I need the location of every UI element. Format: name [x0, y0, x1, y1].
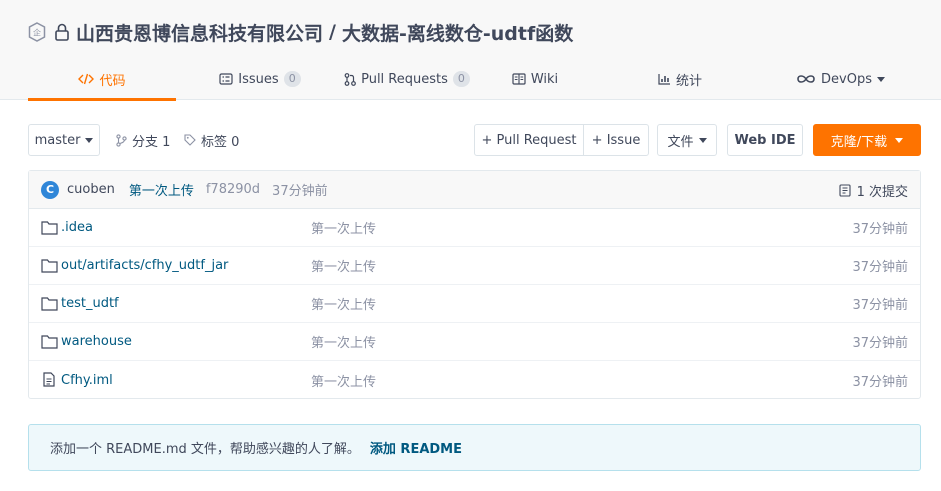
table-row[interactable]: test_udtf 第一次上传 37分钟前: [29, 285, 920, 323]
new-issue-button[interactable]: + Issue: [583, 124, 649, 156]
enterprise-icon: 企: [28, 22, 46, 42]
devops-icon: [796, 74, 816, 84]
tab-issues[interactable]: Issues 0: [176, 58, 344, 100]
commit-hash-link[interactable]: f78290d: [206, 182, 260, 197]
file-commit-message-link[interactable]: 第一次上传: [311, 371, 376, 390]
issues-icon: [219, 73, 233, 85]
chevron-down-icon: [85, 137, 94, 143]
file-commit-time: 37分钟前: [852, 222, 908, 237]
avatar[interactable]: C: [41, 180, 59, 199]
commit-count-link[interactable]: 1 次提交: [839, 171, 908, 209]
branch-select-label: master: [34, 132, 81, 148]
file-menu-button[interactable]: 文件: [657, 124, 717, 156]
file-list: C cuoben 第一次上传 f78290d 37分钟前 1 次提交 .idea…: [28, 170, 921, 399]
tab-devops-label: DevOps: [821, 71, 872, 87]
file-name-link[interactable]: warehouse: [61, 334, 132, 349]
tags-label: 标签 0: [201, 134, 240, 150]
pull-requests-count-badge: 0: [452, 71, 470, 87]
file-name-link[interactable]: Cfhy.iml: [61, 373, 113, 388]
file-name-link[interactable]: test_udtf: [61, 296, 119, 311]
commit-history-icon: [839, 183, 851, 197]
table-row[interactable]: .idea 第一次上传 37分钟前: [29, 209, 920, 247]
repo-name-link[interactable]: 大数据-离线数仓-udtf函数: [342, 19, 573, 46]
tab-stats-label: 统计: [675, 73, 702, 89]
file-commit-time: 37分钟前: [852, 260, 908, 275]
file-commit-time: 37分钟前: [852, 374, 908, 390]
folder-icon: [41, 335, 58, 349]
tab-wiki-label: Wiki: [530, 71, 559, 87]
file-icon: [43, 372, 55, 387]
clone-download-button[interactable]: 克隆/下载: [813, 124, 921, 156]
tab-code[interactable]: 代码: [28, 58, 176, 101]
tab-pull-requests[interactable]: Pull Requests 0: [344, 58, 470, 100]
stats-icon: [658, 73, 671, 85]
repo-header: 企 山西贵恩博信息科技有限公司 / 大数据-离线数仓-udtf函数 代码 Iss…: [0, 0, 941, 101]
folder-icon: [41, 259, 58, 273]
issues-count-badge: 0: [283, 71, 301, 87]
tab-stats[interactable]: 统计: [600, 58, 760, 100]
chevron-down-icon: [895, 137, 904, 143]
tab-devops[interactable]: DevOps: [760, 58, 921, 100]
table-row[interactable]: warehouse 第一次上传 37分钟前: [29, 323, 920, 361]
file-name-link[interactable]: .idea: [61, 220, 93, 235]
repo-path-separator: /: [329, 21, 336, 43]
repo-title: 企 山西贵恩博信息科技有限公司 / 大数据-离线数仓-udtf函数: [28, 18, 573, 46]
readme-tip: 添加一个 README.md 文件，帮助感兴趣的人了解。 添加 README: [28, 424, 921, 471]
web-ide-button[interactable]: Web IDE: [727, 124, 803, 156]
commit-message-link[interactable]: 第一次上传: [129, 180, 194, 199]
branches-link[interactable]: 分支 1: [116, 124, 170, 156]
tags-link[interactable]: 标签 0: [184, 124, 239, 156]
wiki-icon: [512, 73, 526, 85]
code-icon: [78, 73, 95, 85]
file-name-link[interactable]: out/artifacts/cfhy_udtf_jar: [61, 258, 228, 273]
readme-tip-text: 添加一个 README.md 文件，帮助感兴趣的人了解。: [50, 442, 360, 457]
new-pull-request-button[interactable]: + Pull Request: [474, 124, 584, 156]
branch-select[interactable]: master: [28, 124, 100, 156]
file-commit-time: 37分钟前: [852, 298, 908, 313]
tab-wiki[interactable]: Wiki: [470, 58, 600, 100]
tag-icon: [184, 134, 196, 146]
repo-toolbar: master 分支 1 标签 0 + Pull Request + Issue …: [28, 124, 921, 156]
branch-icon: [116, 133, 127, 147]
tab-pull-requests-label: Pull Requests: [361, 71, 448, 87]
file-commit-message-link[interactable]: 第一次上传: [311, 218, 376, 237]
file-commit-time: 37分钟前: [852, 336, 908, 351]
pull-request-icon: [344, 72, 356, 86]
branches-label: 分支 1: [132, 134, 171, 150]
file-menu-label: 文件: [667, 134, 694, 150]
commit-author-link[interactable]: cuoben: [67, 182, 115, 197]
lock-icon: [55, 23, 69, 41]
file-commit-message-link[interactable]: 第一次上传: [311, 332, 376, 351]
add-readme-link[interactable]: 添加 README: [370, 438, 462, 457]
commit-time: 37分钟前: [272, 184, 328, 199]
chevron-down-icon: [876, 76, 885, 82]
tab-code-label: 代码: [99, 73, 126, 89]
svg-text:企: 企: [33, 28, 41, 38]
tab-issues-label: Issues: [238, 71, 279, 87]
repo-owner-link[interactable]: 山西贵恩博信息科技有限公司: [76, 19, 323, 46]
clone-download-label: 克隆/下载: [830, 134, 888, 150]
table-row[interactable]: Cfhy.iml 第一次上传 37分钟前: [29, 361, 920, 399]
file-commit-message-link[interactable]: 第一次上传: [311, 256, 376, 275]
chevron-down-icon: [698, 137, 707, 143]
table-row[interactable]: out/artifacts/cfhy_udtf_jar 第一次上传 37分钟前: [29, 247, 920, 285]
file-commit-message-link[interactable]: 第一次上传: [311, 294, 376, 313]
folder-icon: [41, 297, 58, 311]
folder-icon: [41, 221, 58, 235]
repo-tabs: 代码 Issues 0 Pull Requests 0 Wiki 统计 DevO…: [28, 58, 921, 101]
commit-count-label: 1 次提交: [856, 184, 908, 200]
latest-commit-bar: C cuoben 第一次上传 f78290d 37分钟前 1 次提交: [29, 171, 920, 209]
